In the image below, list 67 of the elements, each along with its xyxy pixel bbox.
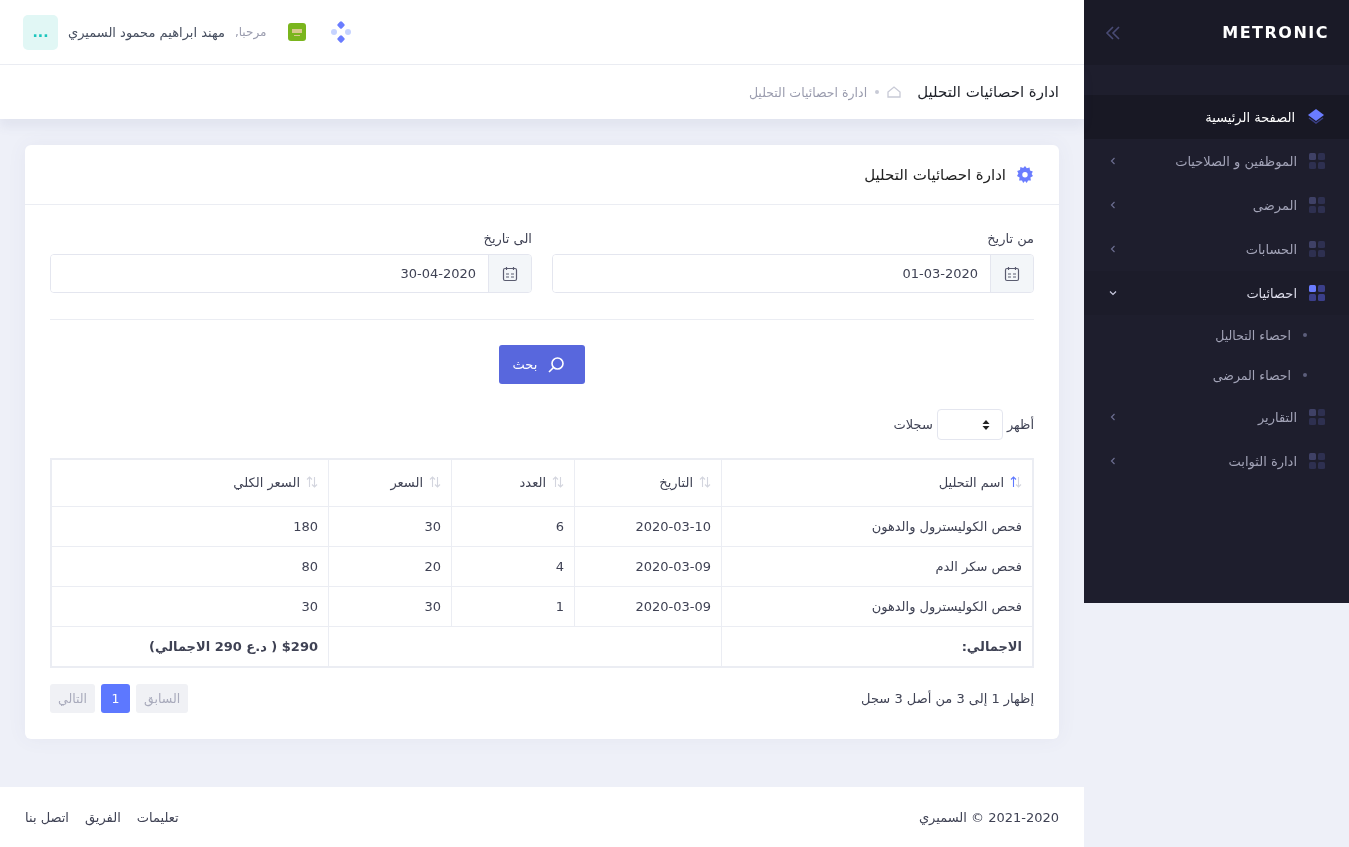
sidebar-item[interactable]: التقارير xyxy=(1084,395,1349,439)
sidebar-item[interactable]: ادارة الثوابت xyxy=(1084,439,1349,483)
chevron-icon xyxy=(1109,245,1117,253)
table-cell: 1 xyxy=(451,586,575,627)
column-header[interactable]: التاريخ xyxy=(574,459,722,507)
grid-icon xyxy=(1309,241,1325,257)
calendar-icon xyxy=(1004,265,1020,282)
date-field[interactable]: 01-03-2020 xyxy=(552,254,1034,293)
sidebar-item[interactable]: الحسابات xyxy=(1084,227,1349,271)
table-cell: 4 xyxy=(451,546,575,587)
field-label: الى تاريخ xyxy=(482,231,532,246)
sidebar-item[interactable]: الموظفين و الصلاحيات xyxy=(1084,139,1349,183)
grid-icon xyxy=(1309,153,1325,169)
table-cell: فحص الكوليسترول والدهون xyxy=(721,586,1033,627)
home-icon[interactable] xyxy=(887,86,902,98)
updown-icon xyxy=(981,418,990,431)
chevron-icon xyxy=(1109,157,1117,165)
table-cell: 6 xyxy=(451,506,575,547)
grid-icon xyxy=(1309,409,1325,425)
table-cell: 30 xyxy=(328,586,452,627)
card-title: ادارة احصائيات التحليل xyxy=(864,165,1006,184)
layers-icon xyxy=(1307,108,1325,126)
show-label: أظهر xyxy=(1006,417,1034,432)
column-header[interactable]: اسم التحليل xyxy=(721,459,1033,507)
grid-icon xyxy=(1309,453,1325,469)
sidebar-item[interactable]: الصفحة الرئيسية xyxy=(1084,95,1349,139)
chevron-icon xyxy=(1109,457,1117,465)
copyright-text: 2021-2020 © السميري xyxy=(918,809,1059,825)
table-cell: 2020-03-10 xyxy=(574,506,722,547)
apps-icon[interactable] xyxy=(330,21,353,43)
table-cell: 20 xyxy=(328,546,452,587)
flag-icon[interactable] xyxy=(288,23,307,41)
records-label: سجلات xyxy=(893,417,933,432)
table-info: إظهار 1 إلى 3 من أصل 3 سجل xyxy=(861,691,1034,706)
greeting-text: مرحبا, xyxy=(234,25,267,39)
sidebar-subitem[interactable]: احصاء التحاليل xyxy=(1084,315,1349,355)
user-name: مهند ابراهيم محمود السميري xyxy=(68,24,225,40)
chevron-icon xyxy=(1109,201,1117,209)
chevron-icon xyxy=(1109,413,1117,421)
sidebar-item[interactable]: المرضى xyxy=(1084,183,1349,227)
date-field[interactable]: 30-04-2020 xyxy=(50,254,532,293)
collapse-icon[interactable] xyxy=(1104,24,1122,41)
page-title: ادارة احصائيات التحليل xyxy=(917,83,1059,101)
search-button[interactable]: بحث xyxy=(498,345,586,384)
grid-icon xyxy=(1309,285,1325,301)
table-cell: 30 xyxy=(328,506,452,547)
calendar-button[interactable] xyxy=(488,255,531,292)
sidebar-subitem[interactable]: احصاء المرضى xyxy=(1084,355,1349,395)
footer-link[interactable]: تعليمات xyxy=(136,809,179,825)
table-cell: 2020-03-09 xyxy=(574,586,722,627)
calendar-button[interactable] xyxy=(990,255,1033,292)
brand-logo[interactable]: METRONIC xyxy=(1222,23,1329,42)
gear-icon xyxy=(1016,165,1034,184)
grid-icon xyxy=(1309,197,1325,213)
footer-link[interactable]: الفريق xyxy=(85,809,121,825)
page-button[interactable]: 1 xyxy=(101,684,131,713)
calendar-icon xyxy=(502,265,518,282)
search-icon xyxy=(547,355,566,374)
column-header[interactable]: السعر xyxy=(328,459,452,507)
table-cell: فحص الكوليسترول والدهون xyxy=(721,506,1033,547)
chevron-icon xyxy=(1109,289,1117,297)
table-cell: فحص سكر الدم xyxy=(721,546,1033,587)
page-size-select[interactable] xyxy=(936,409,1003,440)
field-label: من تاريخ xyxy=(986,231,1034,246)
table-cell: 2020-03-09 xyxy=(574,546,722,587)
footer-link[interactable]: اتصل بنا xyxy=(25,809,69,825)
column-header[interactable]: العدد xyxy=(451,459,575,507)
